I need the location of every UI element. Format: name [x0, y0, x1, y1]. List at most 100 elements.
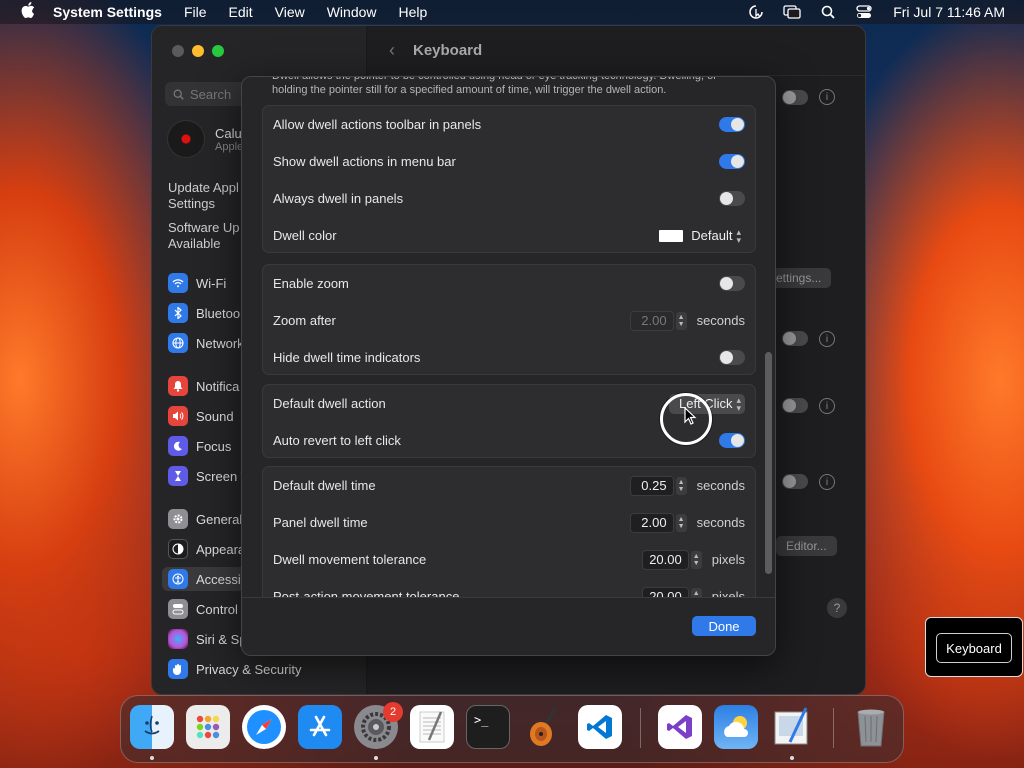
editor-button[interactable]: Editor... [776, 536, 837, 556]
terminal-icon[interactable]: >_ [466, 705, 510, 749]
always-dwell-panels-toggle[interactable] [719, 191, 745, 206]
launchpad-icon[interactable] [186, 705, 230, 749]
software-update-link[interactable]: Software Up Available [168, 220, 240, 252]
gear-icon [168, 509, 188, 529]
sidebar-item-bluetooth[interactable]: Bluetoo [168, 301, 240, 325]
finder-icon[interactable] [130, 705, 174, 749]
sidebar-item-control-centre[interactable]: Control [168, 597, 238, 621]
allow-dwell-toolbar-toggle[interactable] [719, 117, 745, 132]
info-icon[interactable]: i [819, 474, 835, 490]
safari-icon[interactable] [242, 705, 286, 749]
dwell-toolbar-group: Allow dwell actions toolbar in panels Sh… [262, 105, 756, 253]
stepper-arrows-icon[interactable]: ▲▼ [690, 587, 702, 597]
menu-view[interactable]: View [275, 4, 305, 20]
sidebar-item-network[interactable]: Network [168, 331, 244, 355]
sidebar-item-screen-time[interactable]: Screen T [168, 464, 249, 488]
row-label: Dwell color [273, 228, 337, 243]
row-label: Dwell movement tolerance [273, 552, 427, 567]
sidebar-item-wifi[interactable]: Wi-Fi [168, 271, 226, 295]
hourglass-icon [168, 466, 188, 486]
zoom-button[interactable] [212, 45, 224, 57]
background-toggle[interactable] [782, 331, 808, 346]
sidebar-item-general[interactable]: General [168, 507, 242, 531]
back-chevron-icon[interactable]: ‹ [389, 40, 395, 61]
done-button[interactable]: Done [692, 616, 756, 636]
default-dwell-time-stepper[interactable]: 0.25 ▲ ▼ [629, 475, 687, 496]
sidebar-item-sound[interactable]: Sound [168, 404, 234, 428]
dwell-timing-group: Default dwell time 0.25 ▲ ▼ seconds Panel… [262, 466, 756, 597]
menu-help[interactable]: Help [399, 4, 428, 20]
preview-icon[interactable] [770, 705, 814, 749]
info-icon[interactable]: i [819, 398, 835, 414]
app-store-icon[interactable] [298, 705, 342, 749]
textedit-icon[interactable] [410, 705, 454, 749]
zoom-after-stepper[interactable]: 2.00 ▲ ▼ [629, 310, 687, 331]
sidebar-item-appearance[interactable]: Appeara [168, 537, 245, 561]
screen-mirroring-icon[interactable] [783, 5, 801, 19]
zoom-after-field[interactable]: 2.00 [629, 310, 674, 331]
garageband-icon[interactable] [522, 705, 566, 749]
sidebar-item-siri[interactable]: Siri & Sp [168, 627, 247, 651]
sheet-scrollbar[interactable] [765, 352, 772, 574]
minimize-button[interactable] [192, 45, 204, 57]
stepper-arrows-icon[interactable]: ▲▼ [675, 476, 687, 495]
close-button[interactable] [172, 45, 184, 57]
menu-window[interactable]: Window [327, 4, 377, 20]
sidebar-item-focus[interactable]: Focus [168, 434, 231, 458]
row-label: Allow dwell actions toolbar in panels [273, 117, 482, 132]
update-settings-link[interactable]: Update Appl Settings [168, 180, 239, 212]
hide-dwell-indicators-toggle[interactable] [719, 350, 745, 365]
dwell-movement-tolerance-stepper[interactable]: 20.00 ▲ ▼ [642, 549, 702, 570]
accessibility-icon [168, 569, 188, 589]
stepper-arrows-icon[interactable]: ▲▼ [675, 513, 687, 532]
background-toggle[interactable] [782, 398, 808, 413]
sidebar-item-label: Focus [196, 438, 232, 454]
always-dwell-panels-row: Always dwell in panels [263, 180, 755, 217]
info-icon[interactable]: i [819, 331, 835, 347]
menu-file[interactable]: File [184, 4, 207, 20]
weather-icon[interactable] [714, 705, 758, 749]
sidebar-item-privacy[interactable]: Privacy & Security [168, 657, 301, 681]
window-controls [172, 45, 224, 57]
menu-edit[interactable]: Edit [229, 4, 253, 20]
row-label: Always dwell in panels [273, 191, 404, 206]
show-dwell-menu-bar-toggle[interactable] [719, 154, 745, 169]
visual-studio-icon[interactable] [658, 705, 702, 749]
row-label: Default dwell time [273, 478, 376, 493]
row-label: Panel dwell time [273, 515, 368, 530]
trash-icon[interactable] [849, 705, 893, 749]
help-button[interactable]: ? [827, 598, 847, 618]
avatar [167, 120, 205, 158]
color-swatch [659, 229, 684, 242]
post-action-tolerance-stepper[interactable]: 20.00 ▲▼ [642, 586, 702, 597]
stepper-arrows-icon[interactable]: ▲▼ [675, 311, 687, 330]
panel-dwell-time-field[interactable]: 2.00 [629, 512, 674, 533]
apple-menu-icon[interactable] [19, 2, 37, 22]
control-center-icon[interactable] [855, 5, 873, 19]
dwell-status-icon[interactable] [747, 5, 765, 19]
software-update-line-1: Software Up [168, 220, 240, 235]
row-label: Post-action movement tolerance [273, 589, 460, 597]
sidebar-item-label: Control [196, 601, 238, 617]
spotlight-search-icon[interactable] [819, 5, 837, 19]
panel-dwell-time-stepper[interactable]: 2.00 ▲ ▼ [629, 512, 687, 533]
sidebar-item-notifications[interactable]: Notifica [168, 374, 239, 398]
unit-label: seconds [696, 515, 745, 530]
dwell-movement-tolerance-field[interactable]: 20.00 [642, 549, 689, 570]
info-icon[interactable]: i [819, 89, 835, 105]
dwell-options-sheet: Dwell allows the pointer to be controlle… [241, 76, 776, 656]
menu-app-name[interactable]: System Settings [53, 4, 162, 20]
sheet-scroll-area[interactable]: Dwell allows the pointer to be controlle… [242, 77, 775, 597]
stepper-arrows-icon[interactable]: ▲▼ [690, 550, 702, 569]
menu-clock[interactable]: Fri Jul 7 11:46 AM [893, 4, 1005, 20]
sidebar-item-label: General [196, 511, 243, 527]
post-action-tolerance-field[interactable]: 20.00 [642, 586, 689, 597]
background-toggle[interactable] [782, 474, 808, 489]
background-toggle[interactable] [782, 90, 808, 105]
vscode-icon[interactable] [578, 705, 622, 749]
account-row[interactable]: Calu Apple [167, 120, 243, 158]
enable-zoom-toggle[interactable] [719, 276, 745, 291]
auto-revert-toggle[interactable] [719, 433, 745, 448]
dwell-color-popup[interactable]: Default ▴ ▾ [653, 226, 745, 246]
default-dwell-time-field[interactable]: 0.25 [629, 475, 674, 496]
